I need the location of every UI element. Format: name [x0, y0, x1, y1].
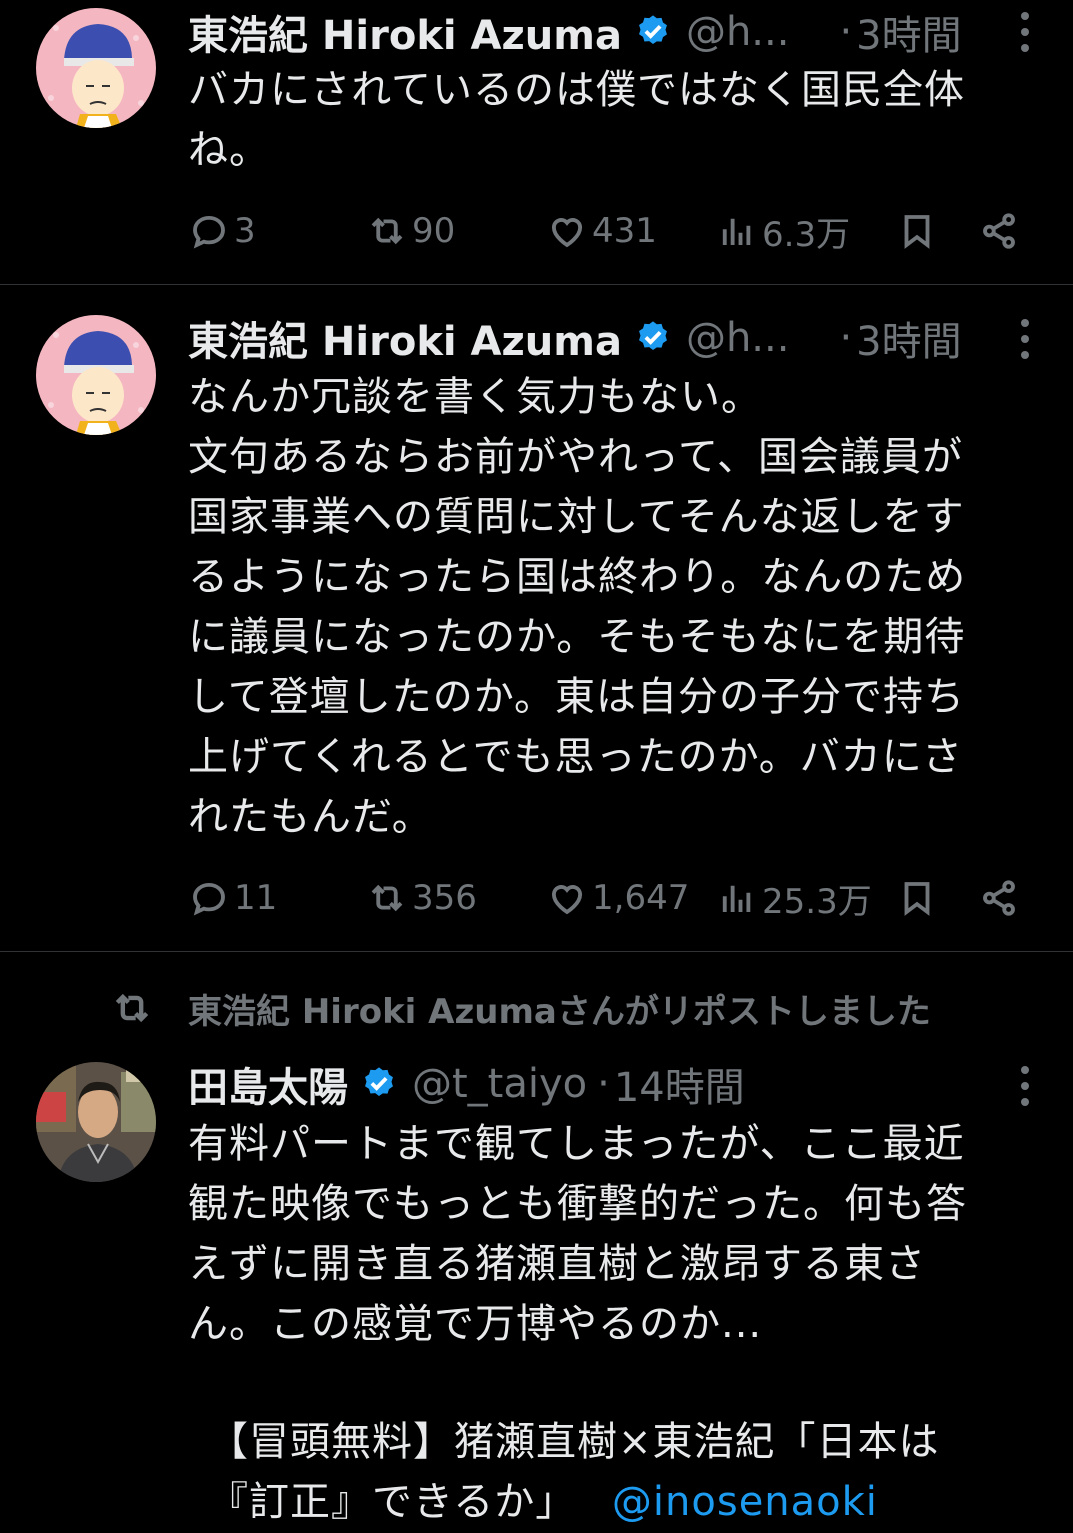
handle[interactable]: @t_taiyo [412, 1061, 587, 1107]
repost-icon [115, 993, 149, 1023]
display-name[interactable]: 東浩紀 Hiroki Azuma [188, 309, 622, 367]
quote-link-line: 【冒頭無料】猪瀬直樹×東浩紀「日本は [208, 1412, 1048, 1472]
like-button[interactable]: 1,647 [546, 873, 689, 923]
like-icon [551, 218, 583, 248]
tweet[interactable]: 田島太陽 @t_taiyo · 14時間 有料パートまで観てしまったが、ここ最近… [0, 1050, 1073, 1533]
tweet-actions: 11 356 1,647 25.3万 [188, 873, 1038, 923]
reply-button[interactable]: 3 [188, 206, 256, 256]
reply-button[interactable]: 11 [188, 873, 277, 923]
repost-label[interactable]: 東浩紀 Hiroki Azumaさんがリポストしました [188, 984, 931, 1033]
tweet-actions: 3 90 431 6.3万 [188, 206, 1038, 256]
verified-badge-icon [639, 15, 667, 45]
tweet[interactable]: 東浩紀 Hiroki Azuma @h... · 3時間 バカにされているのは僕… [0, 0, 1073, 284]
bookmark-button[interactable] [896, 206, 938, 256]
more-icon[interactable] [1021, 319, 1033, 359]
quote-title[interactable]: 【冒頭無料】猪瀬直樹×東浩紀「日本は [208, 1419, 940, 1465]
like-button[interactable]: 431 [546, 206, 657, 256]
bookmark-icon [904, 882, 930, 916]
timestamp[interactable]: 3時間 [856, 3, 961, 61]
repost-button[interactable]: 356 [366, 873, 477, 923]
repost-icon [371, 217, 403, 245]
views-button[interactable]: 25.3万 [716, 873, 872, 923]
share-button[interactable] [978, 206, 1020, 256]
views-icon [722, 218, 751, 245]
views-count: 6.3万 [762, 214, 851, 255]
display-name[interactable]: 東浩紀 Hiroki Azuma [188, 3, 622, 61]
share-icon [983, 880, 1015, 916]
tweet-text: なんか冗談を書く気力もない。 文句あるならお前がやれって、国会議員が 国家事業へ… [188, 374, 967, 840]
views-count: 25.3万 [762, 881, 872, 922]
separator-dot: · [839, 315, 853, 361]
tweet-header: 東浩紀 Hiroki Azuma @h... · 3時間 [188, 2, 962, 62]
more-icon[interactable] [1021, 12, 1033, 52]
reply-count: 11 [234, 878, 278, 918]
share-icon [983, 213, 1015, 249]
avatar[interactable] [36, 1062, 156, 1182]
bookmark-button[interactable] [896, 873, 938, 923]
reply-icon [193, 215, 225, 249]
like-count: 1,647 [592, 878, 690, 918]
handle[interactable]: @h... [686, 315, 790, 361]
share-button[interactable] [978, 873, 1020, 923]
tweet[interactable]: 東浩紀 Hiroki Azuma @h... · 3時間 なんか冗談を書く気力も… [0, 285, 1073, 951]
timestamp[interactable]: 3時間 [856, 309, 961, 367]
separator-dot: · [839, 9, 853, 55]
reply-count: 3 [234, 211, 256, 251]
bookmark-icon [904, 215, 930, 249]
tweet-text: 有料パートまで観てしまったが、ここ最近 観た映像でもっとも衝撃的だった。何も答 … [188, 1121, 967, 1347]
reply-icon [193, 882, 225, 916]
repost-count: 356 [412, 878, 477, 918]
tweet-header: 田島太陽 @t_taiyo · 14時間 [188, 1054, 745, 1114]
avatar[interactable] [36, 8, 156, 128]
verified-badge-icon [365, 1067, 393, 1097]
views-icon [722, 885, 751, 912]
handle[interactable]: @h... [686, 9, 790, 55]
repost-count: 90 [412, 211, 456, 251]
like-count: 431 [592, 211, 657, 251]
tweet-header: 東浩紀 Hiroki Azuma @h... · 3時間 [188, 308, 962, 368]
more-icon[interactable] [1021, 1066, 1033, 1106]
repost-button[interactable]: 90 [366, 206, 455, 256]
mention-link[interactable]: @inosenaoki [612, 1479, 878, 1525]
timestamp[interactable]: 14時間 [614, 1055, 745, 1113]
verified-badge-icon [639, 321, 667, 351]
avatar[interactable] [36, 315, 156, 435]
like-icon [551, 885, 583, 915]
views-button[interactable]: 6.3万 [716, 206, 850, 256]
divider [0, 951, 1073, 952]
quote-link-line: 『訂正』できるか」 @inosenaoki [208, 1472, 1048, 1532]
tweet-text: バカにされているのは僕ではなく国民全体 ね。 [188, 67, 965, 173]
display-name[interactable]: 田島太陽 [188, 1055, 348, 1113]
repost-icon [371, 884, 403, 912]
separator-dot: · [597, 1061, 610, 1107]
quote-title-cont[interactable]: 『訂正』できるか」 [208, 1479, 576, 1525]
